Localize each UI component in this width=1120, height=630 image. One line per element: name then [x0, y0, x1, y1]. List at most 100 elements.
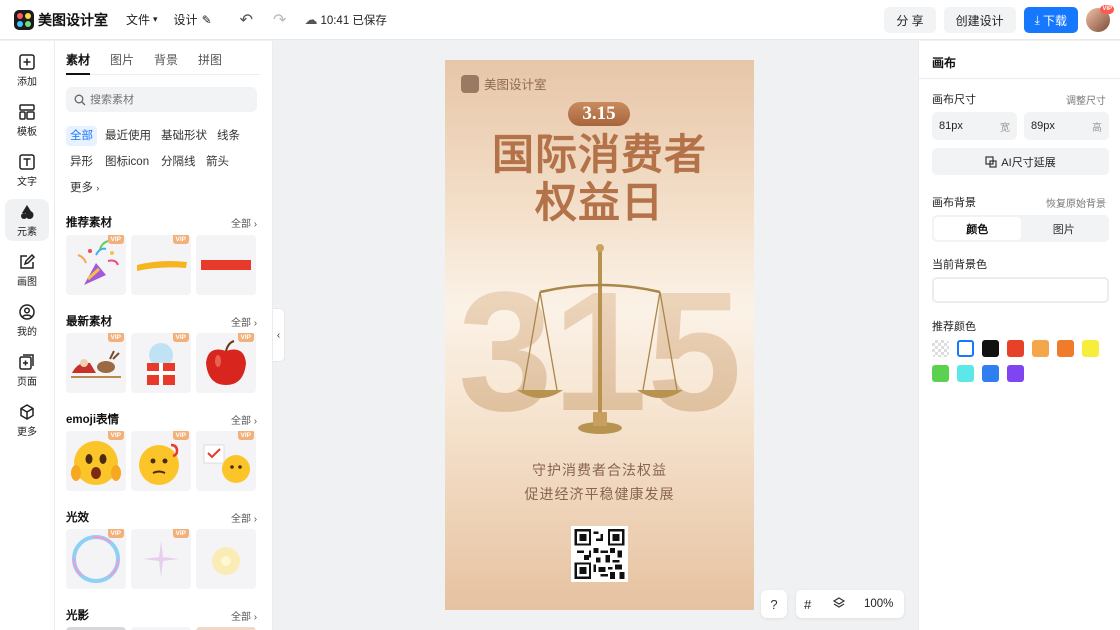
height-field[interactable]: 89px 高: [1024, 112, 1109, 140]
thinking-emoji-icon: [139, 443, 179, 485]
nav-item-more[interactable]: 更多: [5, 399, 49, 441]
material-item[interactable]: VIP: [66, 235, 126, 295]
app-logo[interactable]: 美图设计室: [14, 9, 114, 30]
section-all-link[interactable]: 全部 ›: [231, 314, 257, 329]
page-add-icon: [19, 353, 34, 370]
color-swatch[interactable]: [1032, 340, 1049, 357]
material-item[interactable]: [196, 235, 256, 295]
shocked-emoji-icon: [71, 441, 121, 485]
ai-extend-label: AI尺寸延展: [1001, 156, 1056, 169]
material-item[interactable]: VIP: [131, 431, 191, 491]
material-item[interactable]: VIP: [66, 529, 126, 589]
color-swatch[interactable]: [982, 365, 999, 382]
design-menu[interactable]: 设计: [174, 11, 198, 28]
color-swatch[interactable]: [932, 340, 949, 357]
avatar[interactable]: VIP: [1086, 5, 1114, 32]
chip-irregular[interactable]: 异形: [66, 152, 97, 172]
chip-arrows[interactable]: 箭头: [202, 152, 233, 172]
current-color-field[interactable]: [932, 277, 1109, 303]
share-button[interactable]: 分 享: [884, 7, 936, 33]
seg-image[interactable]: 图片: [1021, 217, 1108, 240]
material-item[interactable]: VIP: [66, 333, 126, 393]
chevron-down-icon[interactable]: ▾: [153, 14, 158, 25]
material-item[interactable]: VIP: [196, 333, 256, 393]
width-field[interactable]: 81px 宽: [932, 112, 1017, 140]
panel-collapse-button[interactable]: ‹: [273, 308, 285, 362]
nav-label: 我的: [17, 326, 37, 338]
undo-icon[interactable]: ↶: [240, 10, 253, 30]
color-swatch[interactable]: [932, 365, 949, 382]
material-item[interactable]: VIP: [131, 529, 191, 589]
tab-background[interactable]: 背景: [154, 53, 178, 75]
layers-icon[interactable]: [832, 596, 852, 613]
ai-resize-icon: [985, 155, 997, 168]
search-box[interactable]: [66, 87, 257, 112]
redo-icon[interactable]: ↷: [273, 10, 286, 30]
adjust-size-link[interactable]: 调整尺寸: [1066, 92, 1106, 107]
section-all-label: 全部: [231, 514, 251, 525]
color-swatch[interactable]: [1007, 365, 1024, 382]
zoom-bar: # 100%: [796, 590, 904, 618]
zoom-level[interactable]: 100%: [864, 598, 893, 610]
material-item[interactable]: [196, 529, 256, 589]
help-button[interactable]: ?: [761, 590, 787, 618]
chevron-right-icon: ›: [253, 612, 258, 623]
search-input[interactable]: [90, 93, 240, 106]
section-all-link[interactable]: 全部 ›: [231, 215, 257, 230]
color-swatch[interactable]: [957, 365, 974, 382]
file-menu[interactable]: 文件: [126, 11, 150, 28]
download-button[interactable]: ⤓ 下载: [1023, 7, 1078, 33]
note-emoji-icon: [203, 444, 250, 483]
chevron-right-icon: ›: [253, 318, 258, 329]
chip-more[interactable]: 更多 ›: [66, 178, 103, 198]
material-item[interactable]: VIP: [131, 235, 191, 295]
nav-item-text[interactable]: 文字: [5, 149, 49, 191]
edit-icon[interactable]: ✎: [202, 13, 212, 27]
template-icon: [19, 103, 35, 120]
nav-item-elements[interactable]: 元素: [5, 199, 49, 241]
reindeer-sleigh-icon: [71, 350, 121, 378]
section-all-link[interactable]: 全部 ›: [231, 608, 257, 623]
color-swatch[interactable]: [1057, 340, 1074, 357]
color-swatch[interactable]: [1007, 340, 1024, 357]
chip-lines[interactable]: 线条: [213, 126, 244, 146]
chip-basic-shapes[interactable]: 基础形状: [157, 126, 211, 146]
save-status: 10:41 已保存: [320, 14, 387, 27]
nav-item-page[interactable]: 页面: [5, 349, 49, 391]
chevron-right-icon: ›: [253, 514, 258, 525]
panel-title: 画布: [932, 56, 957, 70]
create-design-button[interactable]: 创建设计: [943, 7, 1016, 33]
nav-item-draw[interactable]: 画图: [5, 249, 49, 291]
vip-badge: VIP: [172, 235, 189, 244]
logo-icon: [14, 9, 34, 30]
ai-extend-button[interactable]: AI尺寸延展: [932, 148, 1109, 175]
nav-item-mine[interactable]: 我的: [5, 299, 49, 341]
tab-material[interactable]: 素材: [66, 53, 91, 75]
top-toolbar: 美图设计室 文件 ▾ 设计 ✎ ↶ ↷ ☁ 10:41 已保存 分 享 创建设计…: [0, 0, 1120, 40]
nav-item-template[interactable]: 模板: [5, 99, 49, 141]
section-all-link[interactable]: 全部 ›: [231, 510, 257, 525]
tab-image[interactable]: 图片: [110, 53, 134, 75]
grid-icon[interactable]: #: [804, 597, 824, 612]
poster-canvas[interactable]: 美图设计室 3.15 国际消费者 权益日 315 守护消费者合法权益 促进经济平…: [445, 60, 754, 610]
color-swatch[interactable]: [982, 340, 999, 357]
section-all-link[interactable]: 全部 ›: [231, 412, 257, 427]
material-item[interactable]: VIP: [196, 431, 256, 491]
chip-recent[interactable]: 最近使用: [101, 126, 155, 146]
seg-color[interactable]: 颜色: [934, 217, 1021, 240]
color-swatch[interactable]: [1082, 340, 1099, 357]
chevron-right-icon: ›: [253, 416, 258, 427]
text-icon: [19, 153, 35, 170]
chip-icons[interactable]: 图标icon: [101, 152, 153, 172]
section-all-label: 全部: [231, 318, 251, 329]
restore-bg-link[interactable]: 恢复原始背景: [1046, 195, 1106, 210]
chip-all[interactable]: 全部: [66, 126, 97, 146]
material-item[interactable]: VIP: [131, 333, 191, 393]
color-swatch[interactable]: [957, 340, 974, 357]
tab-collage[interactable]: 拼图: [198, 53, 222, 75]
chip-dividers[interactable]: 分隔线: [157, 152, 200, 172]
poster-subtitle-line2: 促进经济平稳健康发展: [524, 486, 675, 502]
material-item[interactable]: VIP: [66, 431, 126, 491]
section-all-label: 全部: [231, 219, 251, 230]
nav-item-add[interactable]: 添加: [5, 49, 49, 91]
